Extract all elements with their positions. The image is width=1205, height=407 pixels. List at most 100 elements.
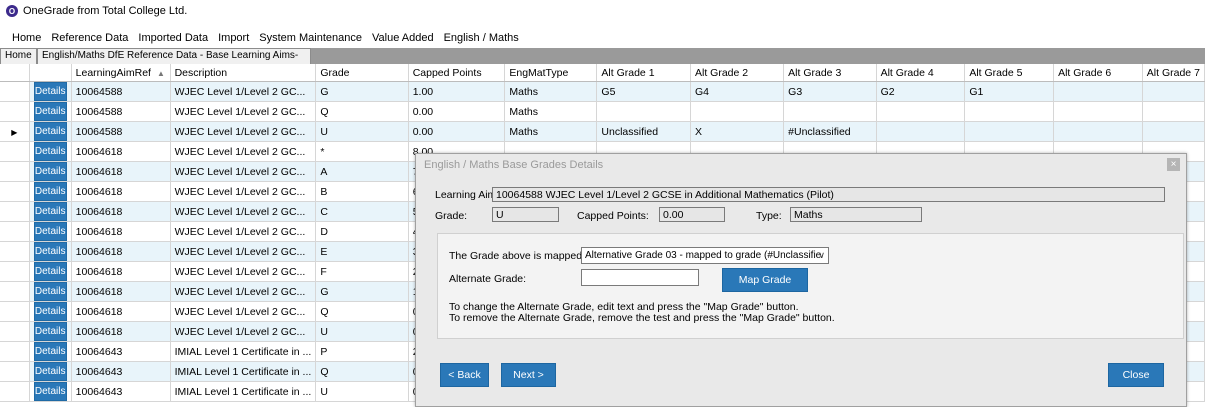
cell-learningaimref[interactable]: 10064618 bbox=[71, 281, 171, 302]
row-selector[interactable] bbox=[0, 281, 30, 302]
cell-learningaimref[interactable]: 10064643 bbox=[71, 341, 171, 362]
cell-learningaimref[interactable]: 10064643 bbox=[71, 381, 171, 402]
col-header-capped-points[interactable]: Capped Points bbox=[408, 64, 506, 82]
col-header-alt-grade-4[interactable]: Alt Grade 4 bbox=[876, 64, 966, 82]
cell-description[interactable]: WJEC Level 1/Level 2 GC... bbox=[170, 81, 317, 102]
cell-learningaimref[interactable]: 10064618 bbox=[71, 141, 171, 162]
cell-description[interactable]: IMIAL Level 1 Certificate in ... bbox=[170, 381, 317, 402]
cell-alt-grade-5[interactable]: G1 bbox=[964, 81, 1055, 102]
table-row[interactable]: Details 10064588 WJEC Level 1/Level 2 GC..… bbox=[0, 81, 1205, 102]
menu-home[interactable]: Home bbox=[12, 32, 41, 44]
cell-grade[interactable]: G bbox=[315, 81, 409, 102]
col-header-alt-grade-7[interactable]: Alt Grade 7 bbox=[1142, 64, 1205, 82]
col-header-alt-grade-3[interactable]: Alt Grade 3 bbox=[783, 64, 877, 82]
cell-description[interactable]: WJEC Level 1/Level 2 GC... bbox=[170, 141, 317, 162]
col-header-learningaimref[interactable]: LearningAimRef ▲ bbox=[71, 64, 171, 82]
cell-grade[interactable]: U bbox=[315, 121, 409, 142]
cell-grade[interactable]: P bbox=[315, 341, 409, 362]
cell-alt-grade-6[interactable] bbox=[1053, 121, 1143, 142]
cell-engmattype[interactable]: Maths bbox=[504, 81, 598, 102]
cell-description[interactable]: WJEC Level 1/Level 2 GC... bbox=[170, 321, 317, 342]
cell-alt-grade-3[interactable]: #Unclassified bbox=[783, 121, 877, 142]
col-header-alt-grade-6[interactable]: Alt Grade 6 bbox=[1053, 64, 1143, 82]
cell-description[interactable]: WJEC Level 1/Level 2 GC... bbox=[170, 121, 317, 142]
details-button[interactable]: Details bbox=[33, 342, 67, 361]
cell-grade[interactable]: Q bbox=[315, 101, 409, 122]
cell-description[interactable]: IMIAL Level 1 Certificate in ... bbox=[170, 361, 317, 382]
cell-learningaimref[interactable]: 10064643 bbox=[71, 361, 171, 382]
cell-description[interactable]: WJEC Level 1/Level 2 GC... bbox=[170, 281, 317, 302]
menu-value-added[interactable]: Value Added bbox=[372, 32, 434, 44]
cell-grade[interactable]: G bbox=[315, 281, 409, 302]
table-row[interactable]: ▶ Details 10064588 WJEC Level 1/Level 2 GC.… bbox=[0, 121, 1205, 142]
cell-learningaimref[interactable]: 10064588 bbox=[71, 101, 171, 122]
row-selector[interactable] bbox=[0, 321, 30, 342]
row-selector[interactable] bbox=[0, 301, 30, 322]
row-selector[interactable] bbox=[0, 381, 30, 402]
row-selector[interactable] bbox=[0, 161, 30, 182]
col-header-grade[interactable]: Grade bbox=[315, 64, 409, 82]
cell-capped-points[interactable]: 1.00 bbox=[408, 81, 506, 102]
details-button[interactable]: Details bbox=[33, 182, 67, 201]
col-header-alt-grade-1[interactable]: Alt Grade 1 bbox=[596, 64, 691, 82]
row-selector[interactable] bbox=[0, 141, 30, 162]
details-button[interactable]: Details bbox=[33, 142, 67, 161]
cell-alt-grade-2[interactable]: G4 bbox=[690, 81, 785, 102]
cell-learningaimref[interactable]: 10064618 bbox=[71, 221, 171, 242]
close-button[interactable]: Close bbox=[1108, 363, 1164, 387]
cell-learningaimref[interactable]: 10064618 bbox=[71, 201, 171, 222]
col-header-description[interactable]: Description bbox=[170, 64, 317, 82]
details-button[interactable]: Details bbox=[33, 102, 67, 121]
menu-import[interactable]: Import bbox=[218, 32, 249, 44]
cell-alt-grade-1[interactable] bbox=[596, 101, 691, 122]
cell-description[interactable]: IMIAL Level 1 Certificate in ... bbox=[170, 341, 317, 362]
details-button[interactable]: Details bbox=[33, 242, 67, 261]
tab-english-maths-reference[interactable]: English/Maths DfE Reference Data - Base … bbox=[37, 48, 311, 75]
cell-description[interactable]: WJEC Level 1/Level 2 GC... bbox=[170, 221, 317, 242]
back-button[interactable]: < Back bbox=[440, 363, 489, 387]
cell-learningaimref[interactable]: 10064618 bbox=[71, 161, 171, 182]
details-button[interactable]: Details bbox=[33, 82, 67, 101]
cell-description[interactable]: WJEC Level 1/Level 2 GC... bbox=[170, 181, 317, 202]
cell-learningaimref[interactable]: 10064618 bbox=[71, 181, 171, 202]
row-selector[interactable] bbox=[0, 241, 30, 262]
menu-imported-data[interactable]: Imported Data bbox=[138, 32, 208, 44]
cell-description[interactable]: WJEC Level 1/Level 2 GC... bbox=[170, 301, 317, 322]
mapped-grade-dropdown[interactable]: Alternative Grade 03 - mapped to grade (… bbox=[581, 247, 829, 264]
cell-description[interactable]: WJEC Level 1/Level 2 GC... bbox=[170, 101, 317, 122]
row-selector[interactable] bbox=[0, 201, 30, 222]
cell-grade[interactable]: Q bbox=[315, 301, 409, 322]
cell-engmattype[interactable]: Maths bbox=[504, 101, 598, 122]
cell-alt-grade-7[interactable] bbox=[1142, 101, 1205, 122]
row-selector[interactable] bbox=[0, 101, 30, 122]
cell-grade[interactable]: C bbox=[315, 201, 409, 222]
cell-grade[interactable]: E bbox=[315, 241, 409, 262]
cell-grade[interactable]: U bbox=[315, 321, 409, 342]
cell-learningaimref[interactable]: 10064618 bbox=[71, 261, 171, 282]
cell-grade[interactable]: A bbox=[315, 161, 409, 182]
cell-alt-grade-4[interactable]: G2 bbox=[876, 81, 966, 102]
cell-learningaimref[interactable]: 10064618 bbox=[71, 301, 171, 322]
cell-description[interactable]: WJEC Level 1/Level 2 GC... bbox=[170, 161, 317, 182]
cell-grade[interactable]: Q bbox=[315, 361, 409, 382]
cell-alt-grade-4[interactable] bbox=[876, 121, 966, 142]
menu-reference-data[interactable]: Reference Data bbox=[51, 32, 128, 44]
cell-grade[interactable]: U bbox=[315, 381, 409, 402]
cell-alt-grade-5[interactable] bbox=[964, 101, 1055, 122]
next-button[interactable]: Next > bbox=[501, 363, 556, 387]
cell-alt-grade-4[interactable] bbox=[876, 101, 966, 122]
col-header-engmattype[interactable]: EngMatType bbox=[504, 64, 598, 82]
cell-alt-grade-6[interactable] bbox=[1053, 81, 1143, 102]
cell-alt-grade-2[interactable] bbox=[690, 101, 785, 122]
cell-alt-grade-2[interactable]: X bbox=[690, 121, 785, 142]
cell-alt-grade-1[interactable]: G5 bbox=[596, 81, 691, 102]
cell-alt-grade-5[interactable] bbox=[964, 121, 1055, 142]
cell-learningaimref[interactable]: 10064588 bbox=[71, 81, 171, 102]
details-button[interactable]: Details bbox=[33, 282, 67, 301]
cell-engmattype[interactable]: Maths bbox=[504, 121, 598, 142]
tab-home[interactable]: Home bbox=[0, 48, 37, 64]
details-button[interactable]: Details bbox=[33, 262, 67, 281]
cell-alt-grade-7[interactable] bbox=[1142, 121, 1205, 142]
cell-grade[interactable]: D bbox=[315, 221, 409, 242]
details-button[interactable]: Details bbox=[33, 202, 67, 221]
